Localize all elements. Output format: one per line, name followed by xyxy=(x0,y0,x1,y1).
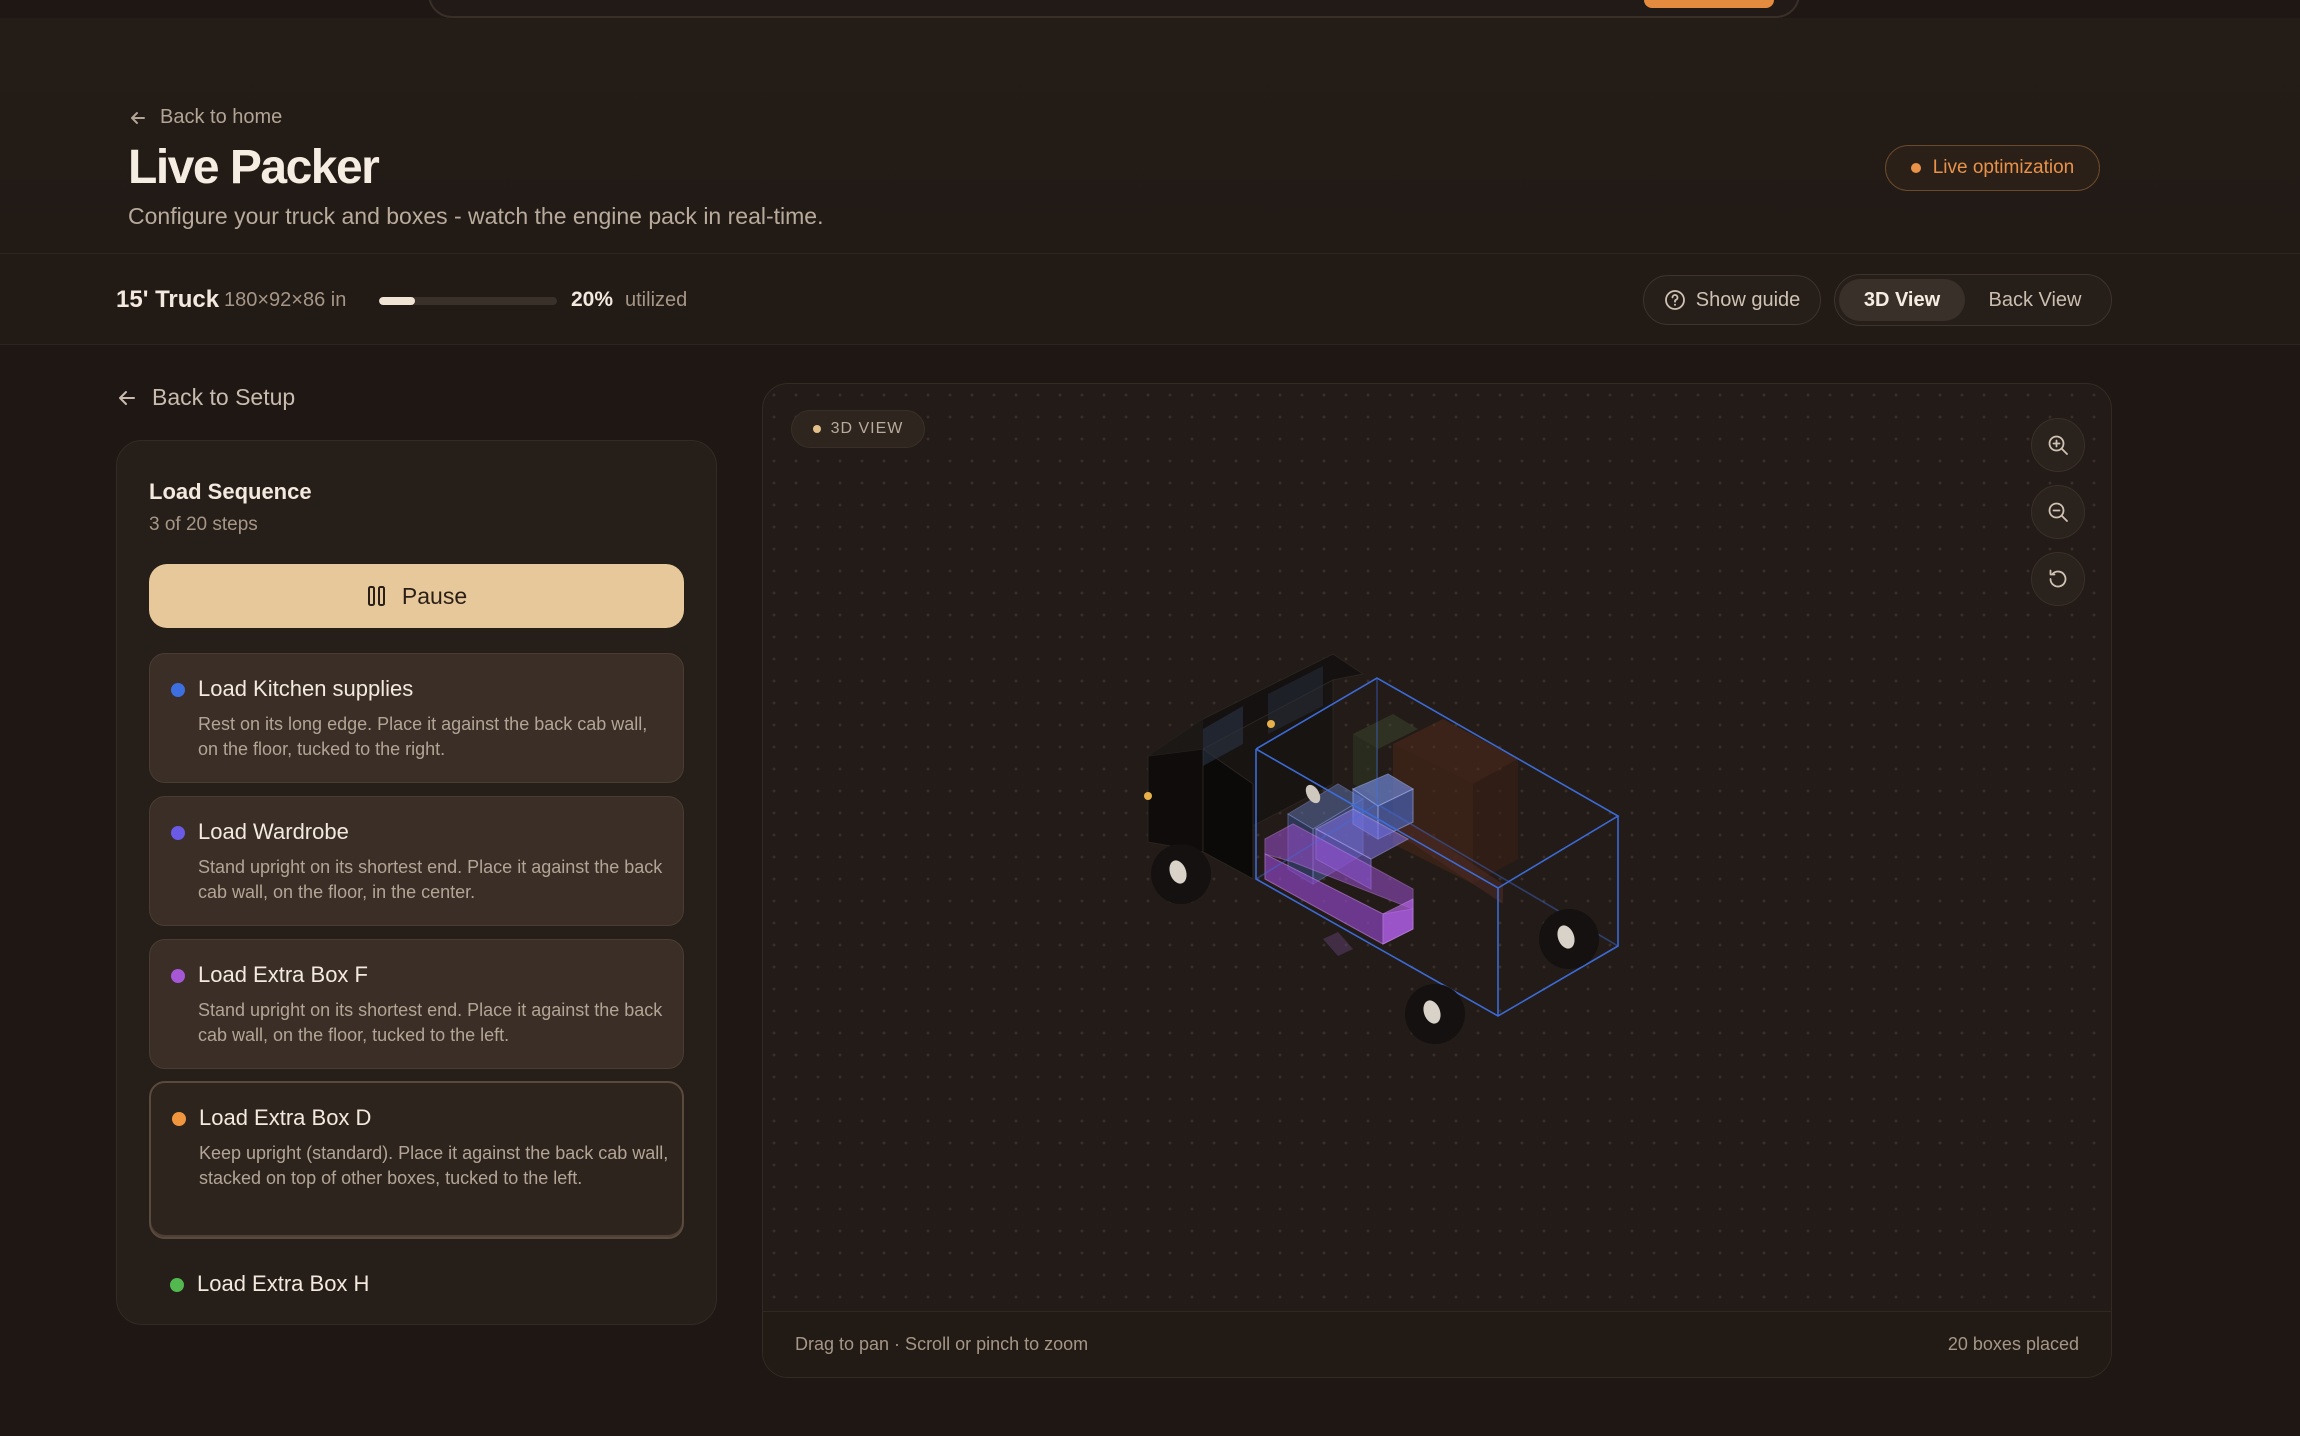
top-navbar xyxy=(428,0,1800,18)
sequence-step[interactable]: Load Wardrobe Stand upright on its short… xyxy=(149,796,684,926)
sequence-step[interactable]: Load Kitchen supplies Rest on its long e… xyxy=(149,653,684,783)
pause-icon xyxy=(367,586,385,606)
viewport-hint: Drag to pan · Scroll or pinch to zoom xyxy=(795,1334,1089,1354)
rotate-ccw-icon xyxy=(2049,569,2067,588)
cab-light-icon xyxy=(1267,720,1275,728)
sequence-step[interactable]: Load Extra Box H xyxy=(149,1249,684,1319)
pause-label: Pause xyxy=(401,582,468,609)
live-badge-label: Live optimization xyxy=(1932,157,2075,178)
boxes-placed-count: 20 boxes placed xyxy=(1947,1334,2079,1354)
3d-view-badge: 3D VIEW xyxy=(791,410,925,448)
zoom-in-button[interactable] xyxy=(2031,418,2085,472)
arrow-left-icon xyxy=(131,111,145,124)
step-title: Load Extra Box D xyxy=(199,1105,372,1130)
utilization-bar-fill xyxy=(379,297,415,305)
step-title: Load Kitchen supplies xyxy=(198,676,414,701)
truck-dimensions: 180×92×86 in xyxy=(224,289,347,311)
arrow-left-icon xyxy=(119,390,135,405)
step-color-dot xyxy=(171,826,185,840)
live-dot-icon xyxy=(1910,163,1921,173)
load-sequence-panel: Load Sequence 3 of 20 steps Pause Load K… xyxy=(116,440,717,1325)
3d-viewport[interactable]: 3D VIEW Drag to pan · Scroll or pinch to… xyxy=(762,383,2112,1378)
truck-status-bar: 15' Truck 180×92×86 in 20% utilized Show… xyxy=(0,253,2300,345)
truck-name: 15' Truck xyxy=(116,286,220,313)
step-color-dot xyxy=(171,969,185,983)
zoom-out-button[interactable] xyxy=(2031,485,2085,539)
back-to-setup-label: Back to Setup xyxy=(152,384,296,410)
sequence-step-current[interactable]: Load Extra Box D Keep upright (standard)… xyxy=(149,1081,684,1239)
live-optimization-badge: Live optimization xyxy=(1885,145,2100,191)
step-description: Keep upright (standard). Place it agains… xyxy=(199,1143,669,1188)
back-to-setup-link[interactable]: Back to Setup xyxy=(116,384,295,411)
sequence-step[interactable]: Load Extra Box F Stand upright on its sh… xyxy=(149,939,684,1069)
step-color-dot xyxy=(170,1278,184,1292)
step-color-dot xyxy=(171,683,185,697)
show-guide-label: Show guide xyxy=(1695,288,1801,311)
viewport-footer: Drag to pan · Scroll or pinch to zoom 20… xyxy=(763,1311,2111,1377)
reset-view-button[interactable] xyxy=(2031,552,2085,606)
view-toggle: 3D View Back View xyxy=(1834,274,2112,326)
step-color-dot xyxy=(172,1112,186,1126)
show-guide-button[interactable]: Show guide xyxy=(1643,275,1821,325)
step-description: Rest on its long edge. Place it against … xyxy=(198,714,648,759)
3d-view-badge-label: 3D VIEW xyxy=(830,420,904,437)
help-circle-icon xyxy=(1664,290,1685,310)
load-sequence-title: Load Sequence xyxy=(149,479,312,504)
load-sequence-progress: 3 of 20 steps xyxy=(149,514,258,535)
page-title: Live Packer xyxy=(128,141,380,194)
utilization-label: utilized xyxy=(625,289,688,311)
pause-button[interactable]: Pause xyxy=(149,564,684,628)
page-header: Back to home Live Packer Configure your … xyxy=(0,18,2300,253)
truck-3d-scene[interactable] xyxy=(763,384,2112,1378)
nav-cta-edge[interactable] xyxy=(1644,0,1774,8)
step-title: Load Wardrobe xyxy=(198,819,349,844)
step-description: Stand upright on its shortest end. Place… xyxy=(198,1000,663,1045)
page-subtitle: Configure your truck and boxes - watch t… xyxy=(128,203,824,229)
step-description: Stand upright on its shortest end. Place… xyxy=(198,857,663,902)
step-title: Load Extra Box F xyxy=(198,962,368,987)
back-to-home-link[interactable]: Back to home xyxy=(128,106,282,129)
cab-light-icon xyxy=(1144,792,1152,800)
view-dot-icon xyxy=(812,425,821,433)
tab-back-view[interactable]: Back View xyxy=(1965,279,2105,321)
utilization-percent: 20% xyxy=(571,288,614,311)
utilization-bar xyxy=(379,297,557,305)
back-to-home-label: Back to home xyxy=(160,106,283,128)
tab-3d-view[interactable]: 3D View xyxy=(1839,279,1965,321)
zoom-in-icon xyxy=(2048,435,2068,455)
step-title: Load Extra Box H xyxy=(197,1271,370,1296)
zoom-out-icon xyxy=(2048,502,2068,522)
